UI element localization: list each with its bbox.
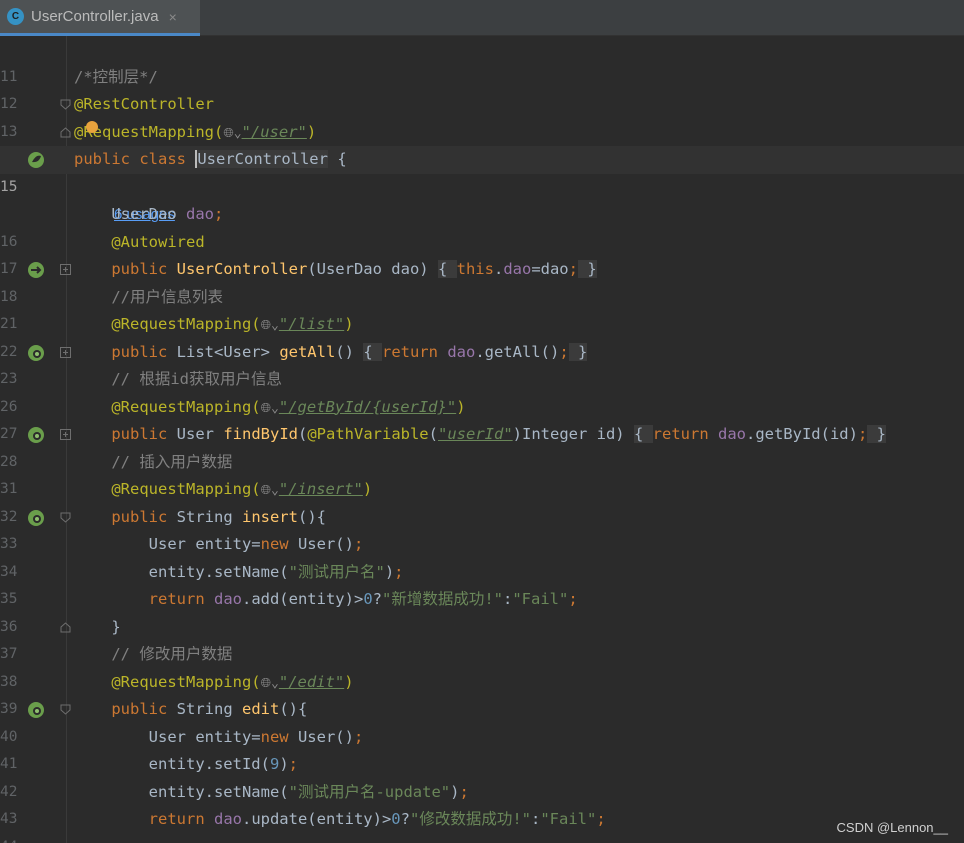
code-text: @RequestMapping(🌐︎⌄"/list") xyxy=(111,315,354,333)
code-text: public String edit(){ xyxy=(111,700,308,718)
code-text: entity.setName("测试用户名"); xyxy=(74,562,404,581)
code-line: 40 public String edit(){ xyxy=(0,696,964,745)
fold-expand-icon[interactable] xyxy=(60,429,71,440)
spring-bean-icon[interactable] xyxy=(26,150,46,170)
code-line: 16 UserDao dao; xyxy=(0,201,964,250)
code-text: public String insert(){ xyxy=(111,507,326,526)
fold-icon[interactable] xyxy=(60,99,71,110)
code-line: 12 /*控制层*/ xyxy=(0,64,964,113)
globe-icon[interactable]: 🌐︎⌄ xyxy=(261,318,279,333)
globe-icon[interactable]: 🌐︎⌄ xyxy=(223,126,241,141)
code-text: User entity=new User(); xyxy=(74,727,364,746)
code-text: @RequestMapping(🌐︎⌄"/getById/{userId}") xyxy=(111,397,466,416)
code-line: 39 @RequestMapping(🌐︎⌄"/edit") xyxy=(0,669,964,718)
spring-autowired-icon[interactable] xyxy=(26,260,46,280)
code-line: 33 public String insert(){ xyxy=(0,504,964,553)
code-line: 38 // 修改用户数据 xyxy=(0,641,964,690)
globe-icon[interactable]: 🌐︎⌄ xyxy=(261,676,279,691)
code-text: // 插入用户数据 xyxy=(111,452,233,471)
code-text: // 根据id获取用户信息 xyxy=(111,370,282,388)
fold-expand-icon[interactable] xyxy=(60,346,71,358)
code-line: 44 return dao.update(entity)>0?"修改数据成功!"… xyxy=(0,806,964,843)
globe-icon[interactable]: 🌐︎⌄ xyxy=(261,483,279,498)
code-text: public class UserController { xyxy=(74,150,347,168)
code-line: 41 User entity=new User(); xyxy=(0,724,964,773)
java-class-icon: C xyxy=(7,8,24,25)
code-line: 22 @RequestMapping(🌐︎⌄"/list") xyxy=(0,311,964,360)
fold-end-icon[interactable] xyxy=(60,126,71,138)
close-icon[interactable]: × xyxy=(169,9,177,25)
line-number: 44 xyxy=(0,834,22,843)
spring-endpoint-icon[interactable] xyxy=(26,343,46,363)
code-line: 27 @RequestMapping(🌐︎⌄"/getById/{userId}… xyxy=(0,394,964,443)
code-line: 6 usages xyxy=(0,174,964,223)
code-text: @RestController xyxy=(74,95,214,113)
spring-endpoint-icon[interactable] xyxy=(26,425,46,445)
code-text: public List<User> getAll() { return dao.… xyxy=(111,342,588,361)
code-line: 31 // 插入用户数据 xyxy=(0,449,964,498)
watermark: CSDN @Lennon__ xyxy=(836,820,948,835)
code-line: 17 @Autowired xyxy=(0,229,964,278)
code-text: UserDao dao; xyxy=(111,205,224,223)
code-text: /*控制层*/ xyxy=(74,67,158,86)
code-line: 37 } xyxy=(0,614,964,663)
code-text: //用户信息列表 xyxy=(111,287,223,306)
code-text: } xyxy=(74,617,121,636)
code-text: return dao.add(entity)>0?"新增数据成功!":"Fail… xyxy=(148,590,578,608)
code-text: entity.setName("测试用户名-update"); xyxy=(74,782,469,801)
spring-endpoint-icon[interactable] xyxy=(26,700,46,720)
code-line: 18 public UserController(UserDao dao) { … xyxy=(0,256,964,305)
code-text: @RequestMapping(🌐︎⌄"/insert") xyxy=(111,480,373,498)
code-text: // 修改用户数据 xyxy=(111,645,233,663)
code-text: public User findById(@PathVariable("user… xyxy=(111,425,886,443)
code-line: 14 @RequestMapping(🌐︎⌄"/user") xyxy=(0,119,964,167)
code-line: 32 @RequestMapping(🌐︎⌄"/insert") xyxy=(0,476,964,525)
code-line: 26 // 根据id获取用户信息 xyxy=(0,366,964,415)
code-line: 43 entity.setName("测试用户名-update"); xyxy=(0,779,964,828)
tab-label: UserController.java xyxy=(31,8,159,25)
code-text: @RequestMapping(🌐︎⌄"/user") xyxy=(74,122,317,141)
code-line: 36 return dao.add(entity)>0?"新增数据成功!":"F… xyxy=(0,586,964,635)
code-line: 13 @RestController xyxy=(0,91,964,140)
fold-icon[interactable] xyxy=(60,512,71,523)
code-text: public UserController(UserDao dao) { thi… xyxy=(111,260,597,278)
code-line: 42 entity.setId(9); xyxy=(0,751,964,800)
code-text: @Autowired xyxy=(111,232,205,251)
globe-icon[interactable]: 🌐︎⌄ xyxy=(261,401,279,416)
code-text: User entity=new User(); xyxy=(74,535,364,553)
code-line: 28 public User findById(@PathVariable("u… xyxy=(0,421,964,470)
code-text: @RequestMapping(🌐︎⌄"/edit") xyxy=(111,672,354,691)
spring-endpoint-icon[interactable] xyxy=(26,508,46,528)
editor-tab-bar: C UserController.java × xyxy=(0,0,964,36)
code-text: return dao.update(entity)>0?"修改数据成功!":"F… xyxy=(148,810,606,828)
code-text: entity.setId(9); xyxy=(74,755,298,773)
code-editor[interactable]: 11 12 /*控制层*/ 13 @RestController 14 @Req… xyxy=(0,36,964,843)
code-line: 21 //用户信息列表 xyxy=(0,284,964,333)
code-line: 11 xyxy=(0,36,964,85)
fold-icon[interactable] xyxy=(60,704,71,715)
intention-bulb-icon[interactable] xyxy=(86,120,98,133)
code-line: 35 entity.setName("测试用户名"); xyxy=(0,559,964,608)
tab-usercontroller-java[interactable]: C UserController.java × xyxy=(0,0,200,36)
code-line-current: 15 public class UserController { xyxy=(0,146,964,195)
fold-expand-icon[interactable] xyxy=(60,264,71,275)
code-line: 34 User entity=new User(); xyxy=(0,531,964,580)
code-line: 23 public List<User> getAll() { return d… xyxy=(0,339,964,387)
fold-end-icon[interactable] xyxy=(60,621,71,633)
